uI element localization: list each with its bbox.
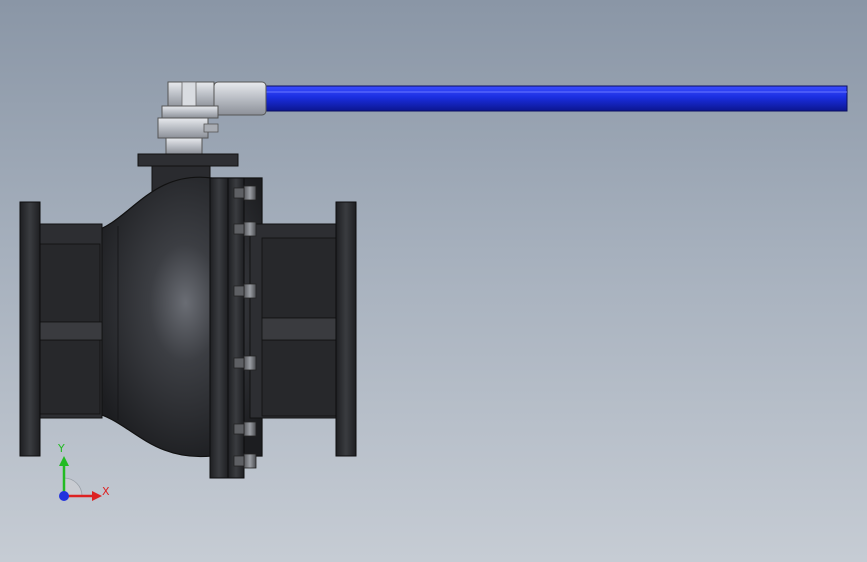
left-flange <box>19 201 41 457</box>
bolt <box>233 421 257 437</box>
bolt <box>233 453 257 469</box>
stem-head <box>157 81 219 155</box>
ball-valve-model[interactable] <box>0 0 867 562</box>
cad-viewport[interactable]: Y X <box>0 0 867 562</box>
right-neck <box>249 223 337 419</box>
left-neck <box>39 223 103 419</box>
bolt <box>233 185 257 201</box>
bolt <box>233 221 257 237</box>
handle-sleeve <box>213 81 267 116</box>
z-axis-dot <box>59 491 69 501</box>
x-axis-label: X <box>102 485 110 498</box>
handle-lever <box>261 85 848 112</box>
right-flange <box>335 201 357 457</box>
bolt <box>233 283 257 299</box>
y-axis-label: Y <box>58 442 65 455</box>
bolt <box>233 355 257 371</box>
axis-triad: Y X <box>50 440 120 510</box>
